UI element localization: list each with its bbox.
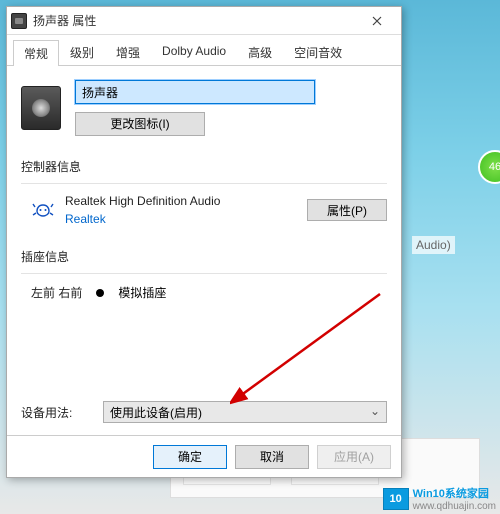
controller-section-title: 控制器信息 bbox=[21, 158, 387, 175]
cancel-button[interactable]: 取消 bbox=[235, 445, 309, 469]
tab-enhance[interactable]: 增强 bbox=[105, 39, 151, 65]
usage-select[interactable]: 使用此设备(启用) bbox=[103, 401, 387, 423]
controller-section: 控制器信息 Realtek High Definition Audio Real… bbox=[21, 158, 387, 226]
watermark-url: www.qdhuajin.com bbox=[413, 501, 496, 512]
dialog-footer: 确定 取消 应用(A) bbox=[7, 435, 401, 477]
close-button[interactable] bbox=[357, 9, 397, 33]
window-title: 扬声器 属性 bbox=[33, 12, 357, 29]
apply-button[interactable]: 应用(A) bbox=[317, 445, 391, 469]
jack-type: 模拟插座 bbox=[118, 284, 166, 301]
general-panel: 更改图标(I) 控制器信息 Realtek High Definition Au… bbox=[7, 66, 401, 435]
change-icon-button[interactable]: 更改图标(I) bbox=[75, 112, 205, 136]
speaker-properties-window: 扬声器 属性 常规 级别 增强 Dolby Audio 高级 空间音效 更改图标… bbox=[6, 6, 402, 478]
controller-properties-button[interactable]: 属性(P) bbox=[307, 199, 387, 221]
watermark-logo-icon: 10 bbox=[383, 488, 409, 510]
tab-spatial[interactable]: 空间音效 bbox=[283, 39, 353, 65]
tab-dolby[interactable]: Dolby Audio bbox=[151, 39, 237, 65]
tab-general[interactable]: 常规 bbox=[13, 40, 59, 66]
titlebar: 扬声器 属性 bbox=[7, 7, 401, 35]
watermark-brand: Win10系统家园 bbox=[413, 485, 496, 501]
battery-badge: 46 bbox=[478, 150, 500, 184]
usage-selected-value: 使用此设备(启用) bbox=[110, 404, 202, 421]
speaker-icon bbox=[11, 13, 27, 29]
speaker-device-icon bbox=[21, 86, 61, 130]
jack-position: 左前 右前 bbox=[31, 284, 82, 301]
background-audio-label: Audio) bbox=[412, 236, 455, 254]
divider bbox=[21, 183, 387, 184]
watermark: 10 Win10系统家园 www.qdhuajin.com bbox=[383, 485, 496, 512]
tab-advanced[interactable]: 高级 bbox=[237, 39, 283, 65]
device-name-input[interactable] bbox=[75, 80, 315, 104]
controller-name: Realtek High Definition Audio bbox=[65, 194, 297, 208]
divider bbox=[21, 273, 387, 274]
tab-strip: 常规 级别 增强 Dolby Audio 高级 空间音效 bbox=[7, 35, 401, 66]
close-icon bbox=[372, 16, 382, 26]
usage-label: 设备用法: bbox=[21, 404, 89, 421]
ok-button[interactable]: 确定 bbox=[153, 445, 227, 469]
device-usage-row: 设备用法: 使用此设备(启用) bbox=[21, 401, 387, 423]
realtek-crab-icon bbox=[31, 200, 55, 220]
jack-color-dot bbox=[96, 289, 104, 297]
device-row: 更改图标(I) bbox=[21, 80, 387, 136]
jack-section: 插座信息 左前 右前 模拟插座 bbox=[21, 248, 387, 301]
tab-levels[interactable]: 级别 bbox=[59, 39, 105, 65]
controller-vendor-link[interactable]: Realtek bbox=[65, 212, 297, 226]
jack-section-title: 插座信息 bbox=[21, 248, 387, 265]
